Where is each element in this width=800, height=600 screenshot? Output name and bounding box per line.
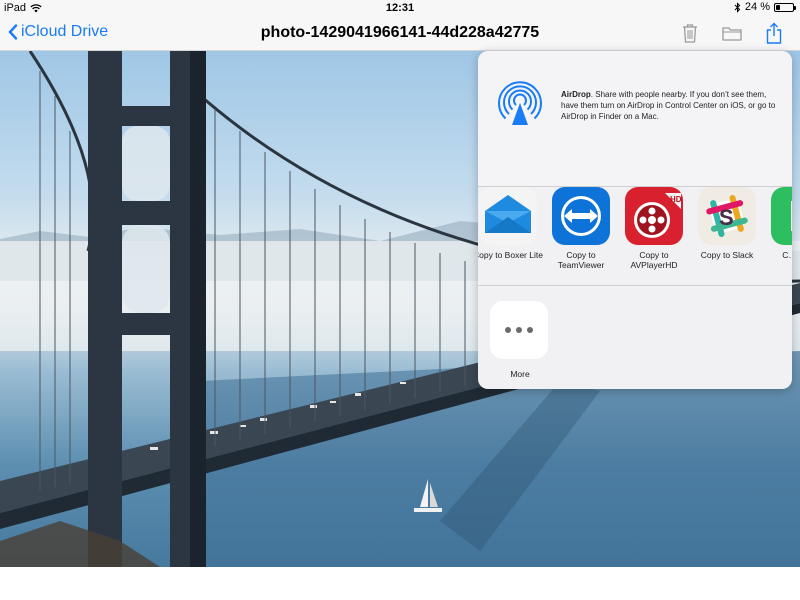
more-button[interactable]: More <box>490 301 550 379</box>
battery-percent: 24 % <box>744 1 770 13</box>
bluetooth-icon <box>734 1 741 13</box>
share-sheet: AirDrop. Share with people nearby. If yo… <box>478 51 792 389</box>
folder-button[interactable] <box>720 20 744 46</box>
teamviewer-icon <box>552 187 610 245</box>
evernote-icon <box>771 187 792 245</box>
app-label: Copy to Slack <box>700 250 754 260</box>
copy-to-avplayerhd[interactable]: HD Copy to AVPlayerHD <box>617 187 691 270</box>
app-label: Copy to TeamViewer <box>557 250 605 270</box>
airdrop-description: AirDrop. Share with people nearby. If yo… <box>561 89 783 122</box>
page-title: photo-1429041966141-44d228a42775 <box>260 24 540 41</box>
chevron-left-icon <box>8 24 18 40</box>
status-bar: iPad 12:31 24 % <box>0 0 800 16</box>
copy-to-slack[interactable]: S Copy to Slack <box>690 187 764 260</box>
share-icon <box>766 22 782 44</box>
app-label: Copy to AVPlayerHD <box>630 250 678 270</box>
navigation-bar: iCloud Drive photo-1429041966141-44d228a… <box>0 16 800 51</box>
copy-to-teamviewer[interactable]: Copy to TeamViewer <box>544 187 618 270</box>
more-label: More <box>510 369 530 379</box>
app-label: C… Ev… <box>782 250 792 260</box>
svg-text:HD: HD <box>670 195 682 204</box>
trash-button[interactable] <box>678 20 702 46</box>
folder-icon <box>722 27 742 41</box>
trash-icon <box>683 24 697 43</box>
nav-actions <box>678 20 786 46</box>
battery-fill <box>776 4 780 10</box>
svg-text:S: S <box>719 205 734 230</box>
airdrop-title: AirDrop <box>561 90 591 99</box>
airdrop-body: . Share with people nearby. If you don’t… <box>561 90 776 121</box>
avplayerhd-icon: HD <box>625 187 683 245</box>
airdrop-icon <box>498 81 542 125</box>
share-button[interactable] <box>762 20 786 46</box>
slack-icon: S <box>698 187 756 245</box>
back-button[interactable]: iCloud Drive <box>8 23 108 41</box>
more-icon <box>490 301 548 359</box>
airdrop-section: AirDrop. Share with people nearby. If yo… <box>478 51 792 187</box>
battery-icon <box>774 2 796 12</box>
status-time: 12:31 <box>385 2 415 14</box>
copy-to-boxer-lite[interactable]: Copy to Boxer Lite <box>478 187 545 260</box>
back-label: iCloud Drive <box>21 23 109 40</box>
boxer-icon <box>479 187 537 245</box>
app-label: Copy to Boxer Lite <box>478 250 543 260</box>
status-right: 24 % <box>734 1 796 13</box>
app-row: Copy to Boxer Lite Copy to TeamViewer HD… <box>478 187 792 286</box>
copy-to-evernote[interactable]: C… Ev… <box>763 187 792 260</box>
